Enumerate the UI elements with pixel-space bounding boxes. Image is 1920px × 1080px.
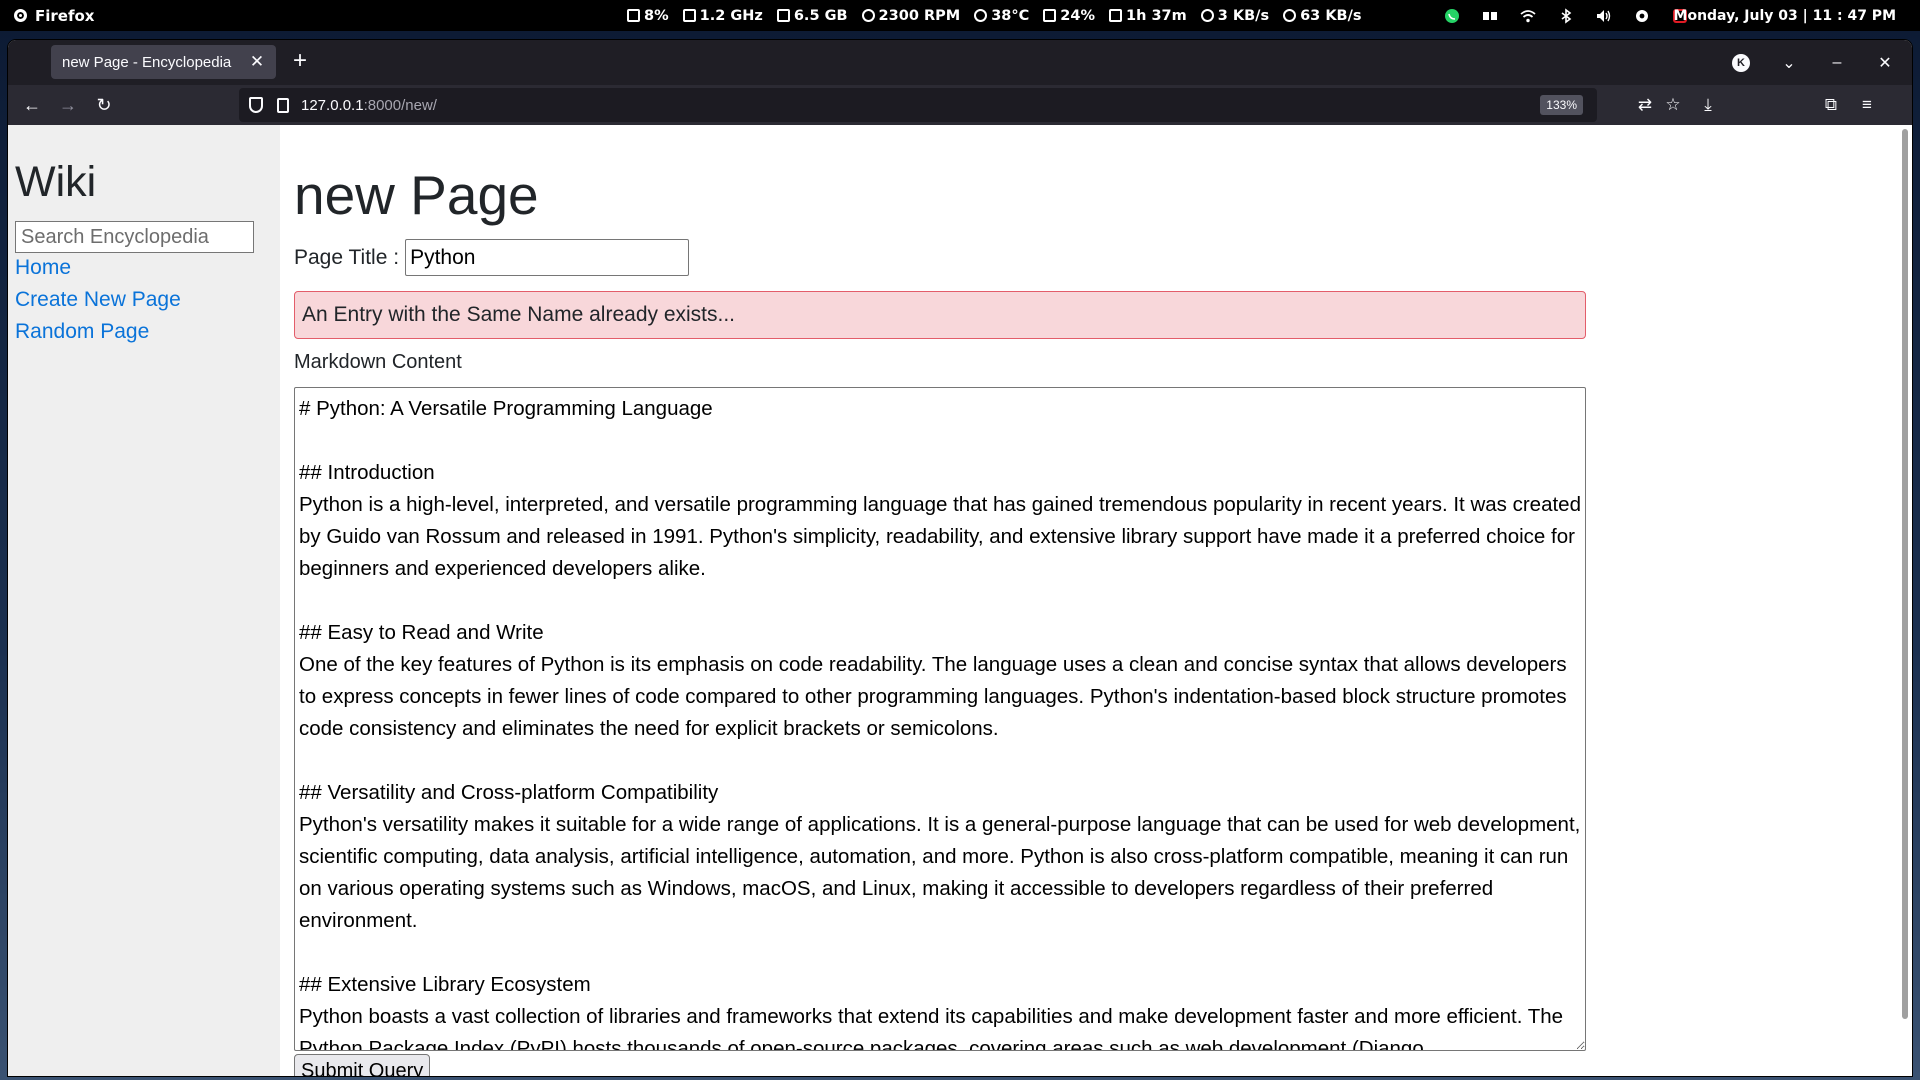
page-title: new Page — [294, 164, 539, 226]
back-button[interactable]: ← — [18, 91, 46, 119]
site-brand: Wiki — [15, 158, 97, 206]
fan-stat: 2300 RPM — [861, 7, 961, 24]
error-alert: An Entry with the Same Name already exis… — [294, 291, 1586, 339]
markdown-content-textarea[interactable]: # Python: A Versatile Programming Langua… — [294, 387, 1586, 1051]
search-input[interactable] — [15, 221, 254, 253]
tracking-protection-shield-icon[interactable] — [249, 97, 263, 113]
sidebar: Wiki Home Create New Page Random Page — [8, 125, 280, 1076]
hourglass-icon — [1108, 9, 1122, 22]
url-path: :8000/new/ — [363, 96, 437, 114]
title-field-row: Page Title : — [294, 239, 690, 276]
memory-stat: 6.5 GB — [776, 7, 848, 24]
temp-stat: 38°C — [974, 8, 1029, 24]
tab-strip: new Page - Encyclopedia ✕ + K ⌄ – ✕ — [8, 40, 1912, 85]
title-label: Page Title : — [294, 245, 400, 269]
active-app-menu[interactable]: Firefox — [14, 0, 94, 31]
page-info-icon[interactable] — [277, 97, 289, 113]
wifi-icon[interactable] — [1520, 8, 1536, 24]
account-icon[interactable]: K — [1732, 53, 1750, 72]
url-host: 127.0.0.1 — [301, 96, 364, 114]
battery-value: 24% — [1060, 7, 1095, 24]
zoom-indicator[interactable]: 133% — [1540, 95, 1583, 115]
bookmark-star-icon[interactable]: ☆ — [1659, 91, 1687, 119]
cpu-value: 8% — [644, 7, 669, 24]
active-app-name: Firefox — [35, 6, 95, 25]
time-left-value: 1h 37m — [1125, 7, 1187, 24]
chip-icon — [682, 9, 696, 22]
thermometer-icon — [974, 9, 988, 22]
system-tray — [1444, 0, 1688, 31]
url-bar[interactable]: 127.0.0.1:8000/new/ 133% — [239, 88, 1597, 122]
memory-value: 6.5 GB — [793, 7, 848, 24]
tab-title: new Page - Encyclopedia — [62, 53, 232, 71]
tab-close-icon[interactable]: ✕ — [248, 52, 266, 72]
reload-button[interactable]: ↻ — [90, 91, 118, 119]
settings-gear-icon[interactable] — [1634, 8, 1650, 24]
memory-icon — [776, 9, 790, 22]
content-label: Markdown Content — [294, 351, 462, 373]
app-menu-icon[interactable]: ≡ — [1853, 91, 1881, 119]
upload-value: 3 KB/s — [1217, 7, 1270, 24]
list-all-tabs-icon[interactable]: ⌄ — [1780, 53, 1798, 73]
navigation-toolbar: ← → ↻ 127.0.0.1:8000/new/ 133% ⇄ ☆ ⤓ ⧉ ≡ — [8, 85, 1912, 125]
page-scrollbar[interactable] — [1902, 129, 1908, 1019]
nav-link-random-page[interactable]: Random Page — [15, 320, 149, 344]
firefox-window: new Page - Encyclopedia ✕ + K ⌄ – ✕ ← → … — [8, 40, 1912, 1076]
nav-link-create-new-page[interactable]: Create New Page — [15, 288, 181, 312]
url-text[interactable]: 127.0.0.1:8000/new/ — [301, 97, 437, 114]
cpu-icon — [627, 9, 640, 22]
close-window-button[interactable]: ✕ — [1876, 53, 1894, 73]
firefox-icon — [14, 9, 27, 22]
volume-icon[interactable] — [1596, 8, 1612, 24]
bluetooth-icon[interactable] — [1558, 7, 1574, 24]
translate-icon[interactable]: ⇄ — [1631, 91, 1659, 119]
main-content: new Page Page Title : An Entry with the … — [294, 125, 1594, 1076]
freq-value: 1.2 GHz — [699, 7, 763, 24]
download-value: 63 KB/s — [1300, 7, 1362, 24]
download-stat: 63 KB/s — [1283, 7, 1362, 24]
fan-value: 2300 RPM — [878, 7, 961, 24]
minimize-button[interactable]: – — [1828, 54, 1846, 72]
extensions-icon[interactable]: ⧉ — [1817, 91, 1845, 119]
forward-button[interactable]: → — [54, 91, 82, 119]
cloud-upload-icon — [1200, 9, 1214, 22]
time-left-stat: 1h 37m — [1108, 7, 1187, 24]
web-page: Wiki Home Create New Page Random Page ne… — [8, 125, 1912, 1076]
system-top-bar: Firefox 8% 1.2 GHz 6.5 GB 2300 RPM 38°C … — [0, 0, 1920, 31]
tab-active[interactable]: new Page - Encyclopedia ✕ — [51, 45, 276, 79]
title-input[interactable] — [405, 239, 690, 276]
clock[interactable]: Monday, July 03 | 11 : 47 PM — [1674, 0, 1896, 31]
new-tab-button[interactable]: + — [286, 48, 314, 76]
battery-stat: 24% — [1043, 8, 1095, 24]
cloud-download-icon — [1283, 9, 1297, 22]
workspace-icon[interactable] — [1482, 8, 1498, 24]
nav-link-home[interactable]: Home — [15, 256, 71, 280]
window-controls: K ⌄ – ✕ — [1732, 40, 1894, 85]
cpu-stat: 8% — [627, 8, 669, 24]
system-monitor[interactable]: 8% 1.2 GHz 6.5 GB 2300 RPM 38°C 24% 1h 3… — [627, 0, 1362, 31]
submit-button[interactable]: Submit Query — [294, 1054, 431, 1076]
battery-icon — [1043, 9, 1057, 22]
whatsapp-icon[interactable] — [1444, 8, 1460, 24]
freq-stat: 1.2 GHz — [682, 7, 763, 24]
temp-value: 38°C — [991, 7, 1030, 24]
upload-stat: 3 KB/s — [1200, 7, 1270, 24]
fan-icon — [861, 9, 875, 22]
downloads-icon[interactable]: ⤓ — [1694, 91, 1722, 119]
